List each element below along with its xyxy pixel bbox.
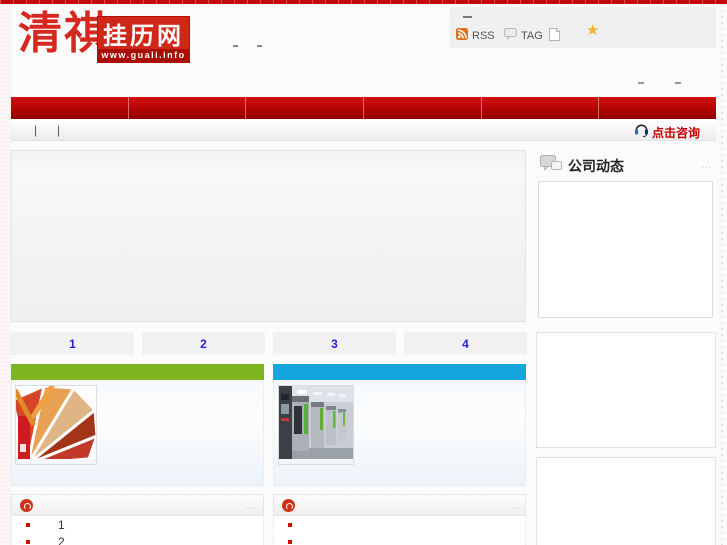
news-section-right: ... — [273, 494, 526, 545]
document-icon — [549, 28, 560, 44]
right-edge-pattern — [716, 4, 727, 545]
logo-box-text: 挂历网 — [103, 20, 184, 50]
subnav-strip: | | 点击咨询 — [11, 119, 716, 141]
news-section-right-header: ... — [273, 494, 526, 516]
broken-image-dash — [675, 82, 681, 84]
news-section-left-header: ... — [11, 494, 264, 516]
promo-panel-right — [273, 364, 526, 488]
list-item-rank: 1 — [58, 518, 65, 532]
slider-tab-4[interactable]: 4 — [404, 332, 527, 355]
red-arrow-circle-icon — [282, 499, 295, 512]
nav-item-3[interactable] — [246, 97, 365, 119]
company-news-header: 公司动态 ... — [536, 152, 716, 179]
list-item[interactable] — [274, 516, 525, 533]
red-bullet-icon — [26, 523, 30, 527]
red-arrow-circle-icon — [20, 499, 33, 512]
color-swatch-fan-image[interactable] — [10, 379, 100, 467]
tag-bubble-icon — [504, 28, 517, 43]
red-bullet-icon — [288, 523, 292, 527]
tag-link[interactable]: TAG — [504, 28, 543, 43]
banner-slider[interactable] — [11, 150, 526, 322]
nav-item-4[interactable] — [364, 97, 482, 119]
broken-image-dash — [463, 16, 472, 18]
link-separator: | — [34, 123, 38, 137]
logo-domain: www.guali.info — [98, 49, 189, 62]
red-bullet-icon — [288, 540, 292, 544]
broken-image-dash — [233, 45, 238, 47]
news-section-left: ... 1 2 — [11, 494, 264, 545]
logo-box[interactable]: 挂历网 www.guali.info — [97, 16, 190, 63]
list-item[interactable]: 1 — [12, 516, 263, 533]
consult-button[interactable]: 点击咨询 — [634, 122, 700, 142]
slider-tab-1[interactable]: 1 — [11, 332, 134, 355]
consult-label: 点击咨询 — [651, 125, 700, 140]
red-bullet-icon — [26, 540, 30, 544]
document-link[interactable] — [549, 28, 560, 44]
favorite-star-icon[interactable]: ★ — [586, 23, 599, 38]
nav-item-2[interactable] — [129, 97, 247, 119]
list-item-rank: 2 — [58, 535, 65, 545]
company-news-box — [538, 181, 713, 318]
printing-press-image[interactable] — [278, 385, 354, 465]
green-title-bar — [11, 364, 264, 380]
rss-link[interactable]: RSS — [456, 28, 495, 43]
more-link[interactable]: ... — [701, 160, 712, 170]
slider-tab-3[interactable]: 3 — [273, 332, 396, 355]
sidebar-box-2 — [536, 332, 716, 448]
tag-label: TAG — [521, 29, 543, 42]
headset-icon — [634, 122, 649, 142]
news-list-right — [273, 516, 526, 545]
header-quicklinks-box: RSS TAG ★ — [450, 7, 716, 48]
slider-tab-2[interactable]: 2 — [142, 332, 265, 355]
list-item[interactable] — [274, 533, 525, 545]
news-list-left: 1 2 — [11, 516, 264, 545]
nav-item-5[interactable] — [482, 97, 600, 119]
nav-item-6[interactable] — [599, 97, 716, 119]
promo-panel-left — [10, 364, 264, 488]
list-item[interactable]: 2 — [12, 533, 263, 545]
page: 清祺 挂历网 www.guali.info RSS TAG ★ | | 点击咨询… — [0, 0, 727, 545]
main-nav — [11, 97, 716, 119]
more-link[interactable]: ... — [246, 501, 257, 511]
nav-item-1[interactable] — [11, 97, 129, 119]
broken-image-dash — [638, 82, 644, 84]
left-edge-pattern — [0, 4, 11, 545]
blue-title-bar — [273, 364, 526, 380]
company-news-title: 公司动态 — [568, 158, 624, 174]
rss-label: RSS — [472, 29, 495, 42]
rss-icon — [456, 28, 468, 43]
more-link[interactable]: ... — [508, 501, 519, 511]
broken-image-dash — [257, 45, 262, 47]
chat-windows-icon — [540, 155, 563, 178]
sidebar-box-3 — [536, 457, 716, 545]
link-separator: | — [57, 123, 61, 137]
